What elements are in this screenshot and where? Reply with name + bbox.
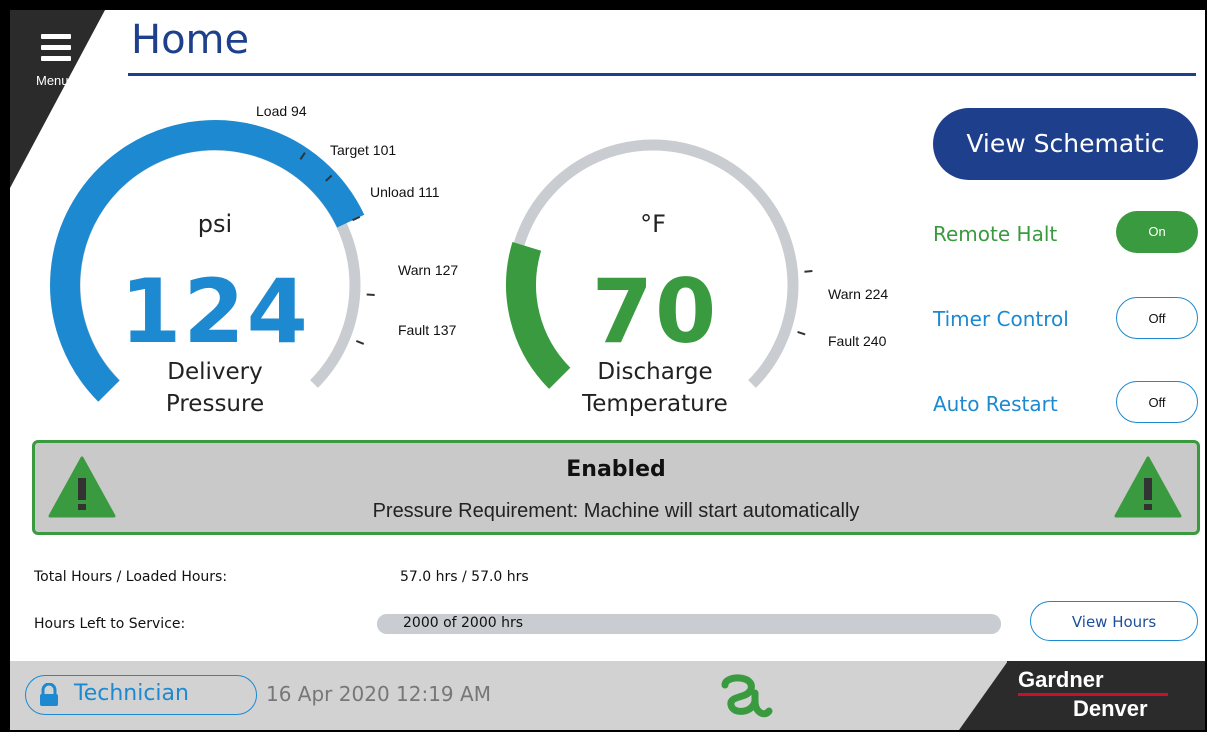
status-title: Enabled (566, 457, 666, 482)
remote-halt-label: Remote Halt (933, 222, 1058, 246)
gauge-tick-label: Load 94 (256, 103, 307, 119)
gauge-tick-label: Unload 111 (370, 184, 440, 200)
user-login-button[interactable]: Technician (25, 675, 257, 715)
temperature-gauge-name: Discharge Temperature (582, 359, 728, 417)
timer-control-toggle[interactable]: Off (1116, 297, 1198, 339)
brand-swirl-icon (721, 674, 773, 718)
status-banner: Enabled Pressure Requirement: Machine wi… (32, 440, 1200, 535)
gauge-tick-label: Warn 127 (398, 262, 458, 278)
gauge-tick-label: Target 101 (330, 142, 396, 158)
footer-bar: Technician 16 Apr 2020 12:19 AM Gardner … (10, 661, 1205, 730)
view-hours-button[interactable]: View Hours (1030, 601, 1198, 641)
home-screen: Menu Home Load 94 Target 101 Unload 111 War… (10, 10, 1205, 730)
total-hours-label: Total Hours / Loaded Hours: (34, 569, 228, 585)
remote-halt-toggle[interactable]: On (1116, 211, 1198, 253)
total-hours-value: 57.0 hrs / 57.0 hrs (400, 569, 529, 585)
brand-panel-slant (959, 661, 1008, 730)
gauge-tick-label: Fault 240 (828, 333, 887, 349)
pressure-value: 124 (120, 260, 310, 363)
warning-icon (1114, 456, 1182, 518)
gauge-tick-label: Warn 224 (828, 286, 888, 302)
lock-icon (40, 683, 58, 706)
gauge-tick-mark (804, 270, 813, 273)
service-hours-bar: 2000 of 2000 hrs (377, 614, 1001, 634)
service-hours-label: Hours Left to Service: (34, 616, 186, 632)
auto-restart-toggle[interactable]: Off (1116, 381, 1198, 423)
date-time: 16 Apr 2020 12:19 AM (266, 682, 491, 706)
gauge-tick-mark (366, 293, 375, 297)
status-message: Pressure Requirement: Machine will start… (372, 500, 860, 522)
service-hours-value: 2000 of 2000 hrs (403, 615, 524, 631)
gauge-tick-label: Fault 137 (398, 322, 457, 338)
gauge-tick-mark (355, 340, 365, 345)
auto-restart-label: Auto Restart (933, 392, 1058, 416)
pressure-gauge-name: Delivery Pressure (165, 359, 265, 417)
pressure-unit: psi (197, 210, 233, 238)
user-role: Technician (74, 681, 189, 706)
temperature-unit: °F (640, 210, 666, 238)
timer-control-label: Timer Control (933, 307, 1069, 331)
gauge-tick-mark (797, 331, 806, 336)
brand-logo: Gardner Denver (1018, 669, 1183, 720)
temperature-gauge-ticks: Warn 224 Fault 240 (797, 270, 888, 349)
view-schematic-button[interactable]: View Schematic (933, 108, 1198, 180)
temperature-value: 70 (591, 260, 719, 363)
